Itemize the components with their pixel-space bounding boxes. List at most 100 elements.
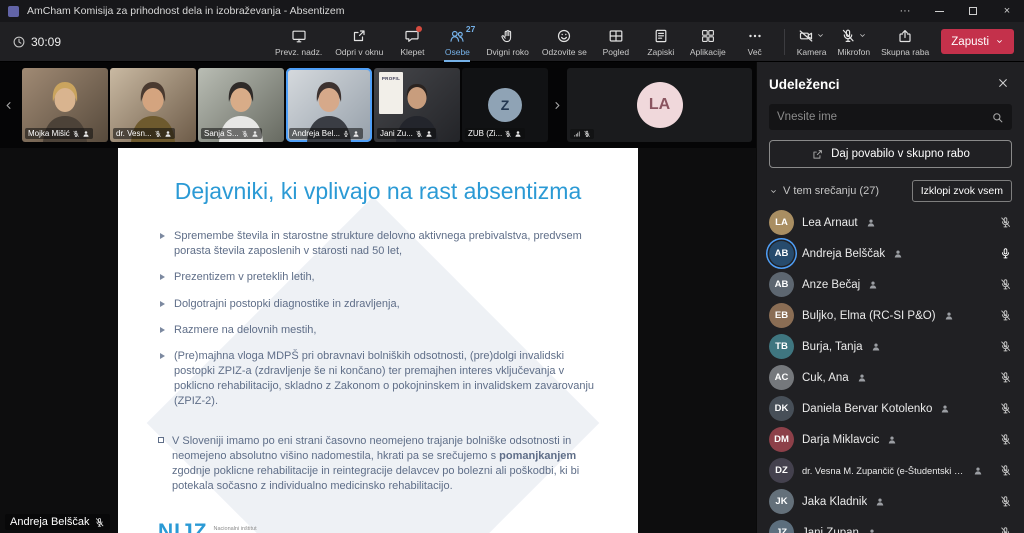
maximize-icon xyxy=(969,7,977,15)
participant-name: Burja, Tanja xyxy=(802,341,863,353)
nijz-logo-text: NIJZ xyxy=(158,520,208,533)
participant-row[interactable]: TB Burja, Tanja xyxy=(757,331,1024,362)
video-tile-andreja-active-speaker[interactable]: Andreja Bel... xyxy=(286,68,372,142)
participant-name: dr. Vesna M. Zupančič (e-Študentski Serv… xyxy=(802,466,965,476)
people-button[interactable]: 27 Osebe xyxy=(435,24,479,60)
participant-row[interactable]: DZ dr. Vesna M. Zupančič (e-Študentski S… xyxy=(757,455,1024,486)
mic-off-icon xyxy=(72,130,80,138)
person-icon xyxy=(973,466,983,476)
mic-off-icon xyxy=(415,130,423,138)
share-invite-button[interactable]: Daj povabilo v skupno rabo xyxy=(769,140,1012,168)
participant-name: Lea Arnaut xyxy=(802,217,858,229)
view-button[interactable]: Pogled xyxy=(594,24,638,60)
presenter-name: Andreja Belščak xyxy=(10,516,90,528)
minimize-button[interactable] xyxy=(922,0,956,22)
mic-off-icon[interactable] xyxy=(999,495,1012,508)
mic-off-icon[interactable] xyxy=(999,464,1012,477)
video-tile-sanja[interactable]: Sanja S... xyxy=(198,68,284,142)
tile-name-label: Sanja S... xyxy=(201,128,262,139)
tile-name-label: dr. Vesn... xyxy=(113,128,175,139)
timer-icon xyxy=(12,35,26,49)
close-panel-button[interactable] xyxy=(994,75,1012,93)
slide-bullet: Razmere na delovnih mestih, xyxy=(158,323,598,338)
camera-dropdown-chevron-icon[interactable] xyxy=(816,31,825,40)
maximize-button[interactable] xyxy=(956,0,990,22)
participant-row[interactable]: AB Anze Bečaj xyxy=(757,269,1024,300)
person-icon xyxy=(425,130,433,138)
take-control-button[interactable]: Prevz. nadz. xyxy=(269,24,328,60)
raise-hand-button[interactable]: Dvigni roko xyxy=(480,24,535,60)
leave-dropdown-chevron-icon[interactable] xyxy=(995,37,1004,46)
participant-row[interactable]: DK Daniela Bervar Kotolenko xyxy=(757,393,1024,424)
participant-name: Jaka Kladnik xyxy=(802,496,867,508)
more-button[interactable]: Več xyxy=(733,24,777,60)
avatar: JK xyxy=(769,489,794,514)
mic-off-icon[interactable] xyxy=(999,216,1012,229)
avatar-initial: Z xyxy=(488,88,522,122)
participant-row[interactable]: AB Andreja Belščak xyxy=(757,238,1024,269)
participant-row[interactable]: JK Jaka Kladnik xyxy=(757,486,1024,517)
mic-off-icon[interactable] xyxy=(999,371,1012,384)
mic-on-icon[interactable] xyxy=(999,247,1012,260)
participants-header: Udeleženci xyxy=(757,62,1024,104)
chevron-down-icon[interactable] xyxy=(769,187,778,196)
participant-row[interactable]: DM Darja Miklavcic xyxy=(757,424,1024,455)
mic-dropdown-chevron-icon[interactable] xyxy=(858,31,867,40)
video-tile-zub[interactable]: Z ZUB (Zi... xyxy=(462,68,548,142)
avatar: TB xyxy=(769,334,794,359)
participant-row[interactable]: JZ Jani Zupan xyxy=(757,517,1024,533)
leave-button[interactable]: Zapusti xyxy=(941,29,1014,54)
monitor-icon xyxy=(291,28,307,44)
window-title: AmCham Komisija za prihodnost dela in iz… xyxy=(27,5,345,17)
tile-name-label: Jani Zu... xyxy=(377,128,436,139)
meeting-stage: Mojka Mišić dr. Vesn... xyxy=(0,62,756,533)
shared-content-stage: Dejavniki, ki vplivajo na rast absentizm… xyxy=(0,148,756,533)
apps-button[interactable]: Aplikacije xyxy=(684,24,732,60)
video-filmstrip: Mojka Mišić dr. Vesn... xyxy=(0,62,756,148)
camera-button[interactable]: Kamera xyxy=(792,24,832,60)
chevron-left-icon xyxy=(2,99,15,112)
slide-bullet: Spremembe števila in starostne strukture… xyxy=(158,229,598,259)
microphone-button[interactable]: Mikrofon xyxy=(832,24,875,60)
video-tile-jani[interactable]: PROFIL Jani Zu... xyxy=(374,68,460,142)
video-tile-lea[interactable]: LA xyxy=(567,68,752,142)
filmstrip-scroll-left-button[interactable] xyxy=(1,88,16,122)
filmstrip-scroll-right-button[interactable] xyxy=(550,88,565,122)
mic-off-icon[interactable] xyxy=(999,309,1012,322)
button-label: Kamera xyxy=(797,47,827,57)
participant-name: Anze Bečaj xyxy=(802,279,860,291)
participant-search[interactable] xyxy=(769,104,1012,130)
meeting-timer-value: 30:09 xyxy=(31,35,61,49)
avatar: LA xyxy=(567,68,752,142)
close-window-button[interactable]: × xyxy=(990,0,1024,22)
button-label: Odzovite se xyxy=(542,47,587,57)
participant-row[interactable]: EB Buljko, Elma (RC-SI P&O) xyxy=(757,300,1024,331)
presenter-name-overlay: Andreja Belščak xyxy=(5,514,110,530)
titlebar-more-button[interactable]: ··· xyxy=(888,0,922,22)
section-label: V tem srečanju (27) xyxy=(783,185,907,197)
chat-button[interactable]: Klepet xyxy=(390,24,434,60)
view-icon xyxy=(608,28,624,44)
video-tile-vesna[interactable]: dr. Vesn... xyxy=(110,68,196,142)
participant-row[interactable]: AC Cuk, Ana xyxy=(757,362,1024,393)
open-in-window-button[interactable]: Odpri v oknu xyxy=(329,24,389,60)
participants-panel: Udeleženci Daj povabilo v skupno rabo V … xyxy=(756,62,1024,533)
mute-all-button[interactable]: Izklopi zvok vsem xyxy=(912,180,1012,202)
mic-off-icon[interactable] xyxy=(999,340,1012,353)
mic-off-icon[interactable] xyxy=(999,526,1012,533)
mic-off-icon[interactable] xyxy=(999,433,1012,446)
button-label: Skupna raba xyxy=(881,47,929,57)
notes-button[interactable]: Zapiski xyxy=(639,24,683,60)
search-input[interactable] xyxy=(777,111,985,123)
mic-off-icon[interactable] xyxy=(999,278,1012,291)
mic-off-icon[interactable] xyxy=(999,402,1012,415)
video-tile-mojka[interactable]: Mojka Mišić xyxy=(22,68,108,142)
react-button[interactable]: Odzovite se xyxy=(536,24,593,60)
share-button[interactable]: Skupna raba xyxy=(876,24,934,60)
button-label: Več xyxy=(748,47,762,57)
mic-off-icon xyxy=(241,130,249,138)
share-screen-icon xyxy=(897,28,913,44)
avatar: EB xyxy=(769,303,794,328)
person-icon xyxy=(82,130,90,138)
participant-row[interactable]: LA Lea Arnaut xyxy=(757,207,1024,238)
